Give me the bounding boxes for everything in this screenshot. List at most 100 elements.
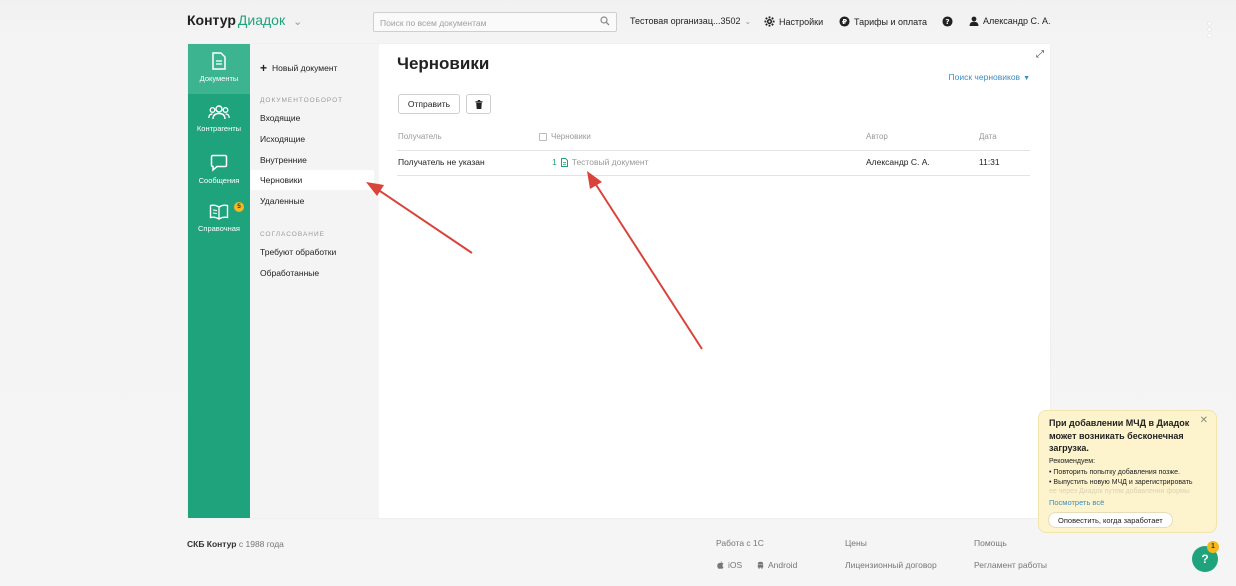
rail-label: Справочная	[197, 224, 240, 233]
android-icon	[757, 561, 764, 569]
column-drafts: Черновики	[539, 132, 591, 141]
footer-company: СКБ Контур	[187, 539, 237, 549]
logo[interactable]: Контур Диадок ⌄	[187, 12, 302, 28]
notification-body: Рекомендуем: • Повторить попытку добавле…	[1049, 457, 1215, 489]
footer-copyright: СКБ Контур с 1988 года	[187, 539, 284, 549]
show-all-link[interactable]: Посмотреть всё	[1049, 498, 1104, 507]
ruble-icon: ₽	[839, 16, 850, 27]
caret-down-icon: ▼	[1023, 75, 1030, 82]
rail-label: Контрагенты	[196, 124, 242, 133]
top-bar: КонтурДиадок ⌄ Тестовая организац...3502 …	[0, 0, 1236, 44]
row-date: 11:31	[979, 157, 1000, 167]
menu-item-incoming[interactable]: Входящие	[250, 108, 374, 128]
app-rail: Документы Контрагенты Сообщения Справочн…	[188, 44, 250, 518]
new-document-label: Новый документ	[272, 63, 338, 73]
menu-item-deleted[interactable]: Удаленные	[250, 191, 374, 211]
menu-item-processed[interactable]: Обработанные	[250, 263, 374, 283]
notify-when-works-button[interactable]: Оповестить, когда заработает	[1048, 512, 1173, 528]
user-menu[interactable]: Александр С. А.	[969, 16, 1051, 26]
rail-item-messages[interactable]: Сообщения	[188, 146, 250, 196]
rail-label: Сообщения	[198, 176, 240, 185]
plus-icon: +	[260, 61, 268, 75]
expand-icon[interactable]: ⤢	[1036, 49, 1044, 60]
help-badge: 1	[1207, 541, 1219, 553]
organization-selector[interactable]: Тестовая организац...3502 ⌄	[630, 16, 751, 26]
tariffs-label: Тарифы и оплата	[854, 16, 927, 27]
menu-item-need-processing[interactable]: Требуют обработки	[250, 242, 374, 262]
search-icon[interactable]	[600, 16, 610, 26]
logo-diadok: Диадок	[237, 12, 286, 28]
organization-name: Тестовая организац...3502	[630, 16, 741, 26]
svg-text:?: ?	[945, 17, 949, 26]
logo-kontur: Контур	[187, 12, 236, 28]
more-icon[interactable]	[1208, 22, 1212, 40]
footer-link-help[interactable]: Помощь	[974, 538, 1007, 548]
send-button[interactable]: Отправить	[398, 94, 460, 114]
contacts-icon	[208, 105, 230, 120]
footer-link-android[interactable]: Android	[757, 560, 797, 570]
chevron-down-icon[interactable]: ⌄	[293, 16, 302, 28]
row-author: Александр С. А.	[866, 157, 930, 167]
section-title-approval: СОГЛАСОВАНИЕ	[260, 231, 325, 238]
row-document[interactable]: 1 Тестовый документ	[552, 157, 649, 167]
notification-recommend: Рекомендуем:	[1049, 458, 1096, 465]
footer-link-ios[interactable]: iOS	[717, 560, 742, 570]
delete-button[interactable]	[466, 94, 491, 114]
notification-badge: 5	[234, 202, 244, 212]
rail-item-reference[interactable]: Справочная 5	[188, 196, 250, 246]
android-label: Android	[768, 560, 798, 570]
drafts-panel: Черновики ⤢ Поиск черновиков ▼ Отправить …	[379, 44, 1050, 518]
trash-icon	[475, 99, 482, 109]
notification-faded-text: ее через Диадок путем добавления формы	[1049, 488, 1190, 495]
notification-bullet: • Повторить попытку добавления позже.	[1049, 468, 1180, 476]
rail-item-documents[interactable]: Документы	[188, 44, 250, 94]
chevron-down-icon: ⌄	[744, 16, 752, 26]
table-divider	[397, 150, 1030, 151]
menu-item-outgoing[interactable]: Исходящие	[250, 129, 374, 149]
user-icon	[969, 16, 979, 26]
side-menu: + Новый документ ДОКУМЕНТООБОРОТ Входящи…	[250, 44, 379, 518]
select-all-checkbox[interactable]	[539, 132, 547, 141]
section-title-docflow: ДОКУМЕНТООБОРОТ	[260, 97, 344, 104]
row-recipient: Получатель не указан	[398, 157, 485, 167]
svg-text:₽: ₽	[842, 17, 847, 26]
document-name: Тестовый документ	[571, 157, 649, 167]
footer-link-license[interactable]: Лицензионный договор	[845, 560, 937, 570]
document-count: 1	[552, 157, 557, 167]
footer-link-1c[interactable]: Работа с 1С	[716, 538, 764, 548]
close-icon[interactable]: ✕	[1200, 415, 1208, 426]
settings-label: Настройки	[779, 16, 824, 27]
apple-icon	[717, 561, 724, 569]
main-card: Документы Контрагенты Сообщения Справочн…	[188, 44, 1050, 518]
column-date: Дата	[979, 132, 997, 141]
document-icon	[212, 52, 226, 70]
question-icon: ?	[942, 16, 953, 27]
column-recipient: Получатель	[398, 132, 442, 141]
footer: СКБ Контур с 1988 года Работа с 1С Цены …	[0, 530, 1236, 586]
search-input[interactable]	[374, 14, 584, 32]
page-title: Черновики	[397, 54, 490, 73]
notification-popup: При добавлении МЧД в Диадок может возник…	[1038, 410, 1217, 533]
search-drafts-link[interactable]: Поиск черновиков ▼	[949, 72, 1030, 82]
footer-link-prices[interactable]: Цены	[845, 538, 867, 548]
footer-since: с 1988 года	[238, 539, 284, 549]
chat-icon	[210, 154, 228, 172]
new-document-button[interactable]: + Новый документ	[260, 61, 338, 75]
settings-link[interactable]: Настройки	[764, 16, 823, 27]
table-divider	[397, 175, 1030, 176]
footer-link-regulations[interactable]: Регламент работы	[974, 560, 1047, 570]
ios-label: iOS	[728, 560, 743, 570]
rail-label: Документы	[199, 74, 239, 83]
column-author: Автор	[866, 132, 888, 141]
global-search	[373, 12, 617, 32]
user-name: Александр С. А.	[983, 16, 1051, 26]
gear-icon	[764, 16, 775, 27]
tariffs-link[interactable]: ₽ Тарифы и оплата	[839, 16, 927, 27]
rail-item-contractors[interactable]: Контрагенты	[188, 96, 250, 146]
column-drafts-label: Черновики	[551, 132, 591, 141]
file-icon	[560, 157, 568, 167]
book-icon	[209, 204, 229, 220]
menu-item-drafts[interactable]: Черновики	[250, 170, 374, 190]
menu-item-internal[interactable]: Внутренние	[250, 150, 374, 170]
help-link[interactable]: ?	[942, 16, 953, 27]
